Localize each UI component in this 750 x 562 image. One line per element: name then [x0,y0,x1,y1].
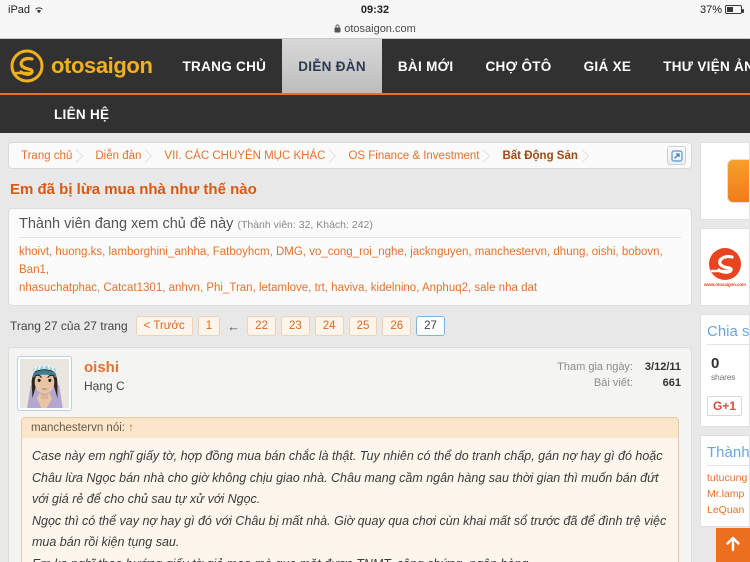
member-link-3[interactable]: LeQuan [707,503,749,519]
battery-icon [725,5,744,14]
pagination-page-1[interactable]: 1 [197,316,221,337]
nav-item-dien-dan[interactable]: DIỄN ĐÀN [282,39,382,93]
logo-text: otosaigon [51,53,153,78]
expand-icon[interactable] [667,146,686,165]
viewers-heading: Thành viên đang xem chủ đề này (Thành vi… [19,216,681,238]
page-title: Em đã bị lừa mua nhà như thế nào [10,181,257,198]
nav-item-thu-vien-anh[interactable]: THƯ VIỆN ẢNH [647,39,750,93]
joined-row: Tham gia ngày: 3/12/11 [557,361,681,377]
breadcrumb-separator [144,147,154,165]
share-count-block: 0 shares [707,345,749,382]
breadcrumb-item-category[interactable]: VII. CÁC CHUYÊN MỤC KHÁC [154,143,329,168]
author-rank: Hạng C [84,379,125,394]
ad-graphic [727,159,749,203]
share-widget: Chia sẻ 0 shares G+1 [700,314,750,427]
quote-paragraph-1: Case này em nghĩ giấy tờ, hợp đồng mua b… [32,449,663,507]
post-body: manchestervn nói: ↑ Case này em nghĩ giấ… [9,417,691,562]
clock: 09:32 [360,3,390,16]
viewers-line-2: nhasuchatphac, Catcat1301, anhvn, Phi_Tr… [19,281,538,294]
breadcrumb-item-current[interactable]: Bất Động Sản [492,143,581,168]
forum-post: oishi Hạng C Tham gia ngày: 3/12/11 Bài … [8,347,692,562]
post-header: oishi Hạng C Tham gia ngày: 3/12/11 Bài … [9,348,691,417]
viewers-heading-text: Thành viên đang xem chủ đề này [19,216,234,232]
postcount-value: 661 [662,377,681,390]
site-logo[interactable]: otosaigon [0,39,167,93]
ad-banner[interactable] [700,142,750,220]
pagination-page-26[interactable]: 26 [382,316,412,337]
pagination: Trang 27 của 27 trang < Trước 1 ← 22 23 … [8,306,692,345]
otosaigon-logo-icon [10,49,44,83]
page-body: Trang chủ Diễn đàn VII. CÁC CHUYÊN MỤC K… [0,133,750,562]
pagination-prev-button[interactable]: < Trước [135,316,193,337]
breadcrumb-item-subcategory[interactable]: OS Finance & Investment [338,143,483,168]
breadcrumb-item-home[interactable]: Trang chủ [11,143,76,168]
url-text: otosaigon.com [344,22,416,35]
pagination-page-27-active[interactable]: 27 [416,316,445,337]
nav-item-trang-chu[interactable]: TRANG CHỦ [167,39,283,93]
breadcrumb-separator [482,147,492,165]
member-link-1[interactable]: tutucung [707,471,749,487]
members-list: tutucung Mr.lamp LeQuan [707,466,749,518]
members-widget: Thành viên tutucung Mr.lamp LeQuan [700,435,750,528]
pagination-label: Trang 27 của 27 trang [10,319,128,334]
joined-value: 3/12/11 [644,361,681,374]
nav-item-gia-xe[interactable]: GIÁ XE [568,39,648,93]
nav-item-cho-oto[interactable]: CHỢ ÔTÔ [470,39,568,93]
lock-icon [334,24,341,33]
post-meta: Tham gia ngày: 3/12/11 Bài viết: 661 [557,356,681,411]
breadcrumb-item-forum[interactable]: Diễn đàn [85,143,145,168]
quote-jump-icon[interactable]: ↑ [128,422,134,434]
secondary-nav: LIÊN HỆ [0,95,750,133]
sidebar-logo-card[interactable]: www.otosaigon.com [700,228,750,306]
author-username[interactable]: oishi [84,359,125,376]
breadcrumb-separator [75,147,85,165]
pagination-page-25[interactable]: 25 [348,316,378,337]
arrow-up-icon [724,535,742,556]
members-heading: Thành viên [707,444,749,466]
nav-item-bai-moi[interactable]: BÀI MỚI [382,39,470,93]
pagination-page-23[interactable]: 23 [280,316,310,337]
quote-block: manchestervn nói: ↑ Case này em nghĩ giấ… [21,417,679,562]
site-header: otosaigon TRANG CHỦ DIỄN ĐÀN BÀI MỚI CHỢ… [0,39,750,95]
breadcrumb: Trang chủ Diễn đàn VII. CÁC CHUYÊN MỤC K… [8,142,692,169]
share-count-number: 0 [711,355,720,372]
member-link-2[interactable]: Mr.lamp [707,487,749,503]
avatar-image [20,359,69,409]
viewers-list[interactable]: khoivt, huong.ks, lamborghini_anhha, Fat… [19,238,681,297]
quote-header[interactable]: manchestervn nói: ↑ [22,418,678,439]
otosaigon-circle-icon [708,247,742,281]
pagination-arrow-icon: ← [227,318,241,334]
share-heading: Chia sẻ [707,323,749,345]
joined-label: Tham gia ngày: [557,361,633,374]
pagination-page-22[interactable]: 22 [247,316,276,337]
pagination-page-24[interactable]: 24 [314,316,344,337]
quote-paragraph-3: Em ko nghĩ theo hướng giấy tờ giả mạo mà… [32,554,668,562]
main-nav: TRANG CHỦ DIỄN ĐÀN BÀI MỚI CHỢ ÔTÔ GIÁ X… [167,39,750,93]
main-content: Trang chủ Diễn đàn VII. CÁC CHUYÊN MỤC K… [0,133,700,562]
quote-author: manchestervn nói: [31,422,125,435]
quote-text: Case này em nghĩ giấy tờ, hợp đồng mua b… [22,438,678,562]
breadcrumb-separator [580,147,591,165]
viewers-panel: Thành viên đang xem chủ đề này (Thành vi… [8,208,692,307]
nav-item-lien-he[interactable]: LIÊN HỆ [40,95,123,133]
browser-url-bar[interactable]: otosaigon.com [0,19,750,39]
ios-status-bar: iPad 09:32 37% [0,0,750,19]
scroll-to-top-button[interactable] [716,528,750,562]
right-sidebar: www.otosaigon.com Chia sẻ 0 shares G+1 T… [700,133,750,562]
quote-paragraph-2: Ngọc thì có thể vay nợ hay gì đó với Châ… [32,513,667,550]
postcount-row: Bài viết: 661 [557,377,681,393]
avatar[interactable] [17,356,72,412]
post-author: oishi Hạng C [72,356,125,411]
postcount-label: Bài viết: [593,377,633,390]
breadcrumb-separator [328,147,338,165]
google-plus-one-button[interactable]: G+1 [707,396,743,416]
viewers-line-1: khoivt, huong.ks, lamborghini_anhha, Fat… [19,246,663,276]
viewers-counts: (Thành viên: 32, Khách: 242) [237,219,373,231]
sidebar-logo-caption: www.otosaigon.com [704,282,746,287]
share-count-label: shares [711,372,736,382]
